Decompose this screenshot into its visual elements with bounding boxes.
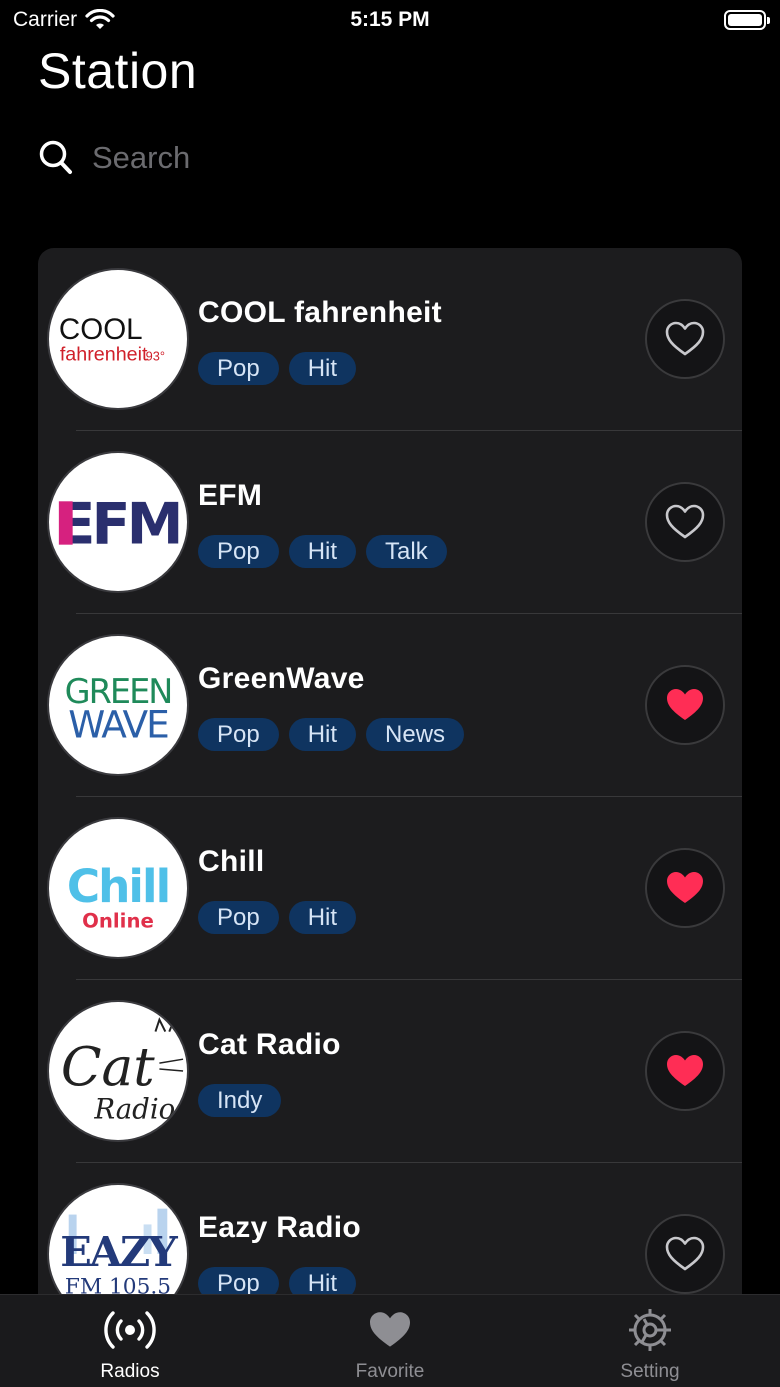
station-logo: Cat Radio: [47, 1000, 189, 1142]
svg-text:93°: 93°: [146, 349, 165, 364]
search-bar[interactable]: [38, 130, 742, 186]
station-name: COOL fahrenheit: [198, 296, 442, 329]
station-logo: EFM: [47, 451, 189, 593]
heart-filled-icon: [667, 689, 703, 720]
genre-tag: Indy: [198, 1084, 282, 1117]
favorite-button[interactable]: [645, 848, 725, 928]
svg-text:FM 105.5: FM 105.5: [65, 1274, 171, 1294]
svg-text:EFM: EFM: [56, 492, 179, 558]
svg-text:Cat: Cat: [61, 1036, 155, 1098]
genre-tag: Hit: [288, 1267, 357, 1294]
svg-text:EAZY: EAZY: [60, 1227, 178, 1276]
heart-filled-icon: [667, 1055, 703, 1086]
station-row[interactable]: COOL fahrenheit 93° COOL fahrenheit Pop …: [38, 248, 742, 431]
station-logo: EAZY FM 105.5: [47, 1183, 189, 1294]
status-bar: Carrier 5:15 PM: [0, 0, 780, 40]
tab-label: Favorite: [355, 1361, 425, 1382]
svg-text:fahrenheit: fahrenheit: [60, 344, 148, 366]
tab-setting[interactable]: Setting: [520, 1295, 780, 1387]
genre-tag: Pop: [198, 352, 279, 385]
station-logo: Chill Online: [47, 817, 189, 959]
genre-tag: Pop: [198, 718, 279, 751]
heart-filled-icon: [667, 872, 703, 903]
tab-bar: Radios Favorite Setting: [0, 1294, 780, 1387]
heart-outline-icon: [665, 1236, 705, 1271]
svg-text:Radio: Radio: [93, 1092, 175, 1125]
heart-outline-icon: [665, 321, 705, 356]
station-name: EFM: [198, 479, 263, 512]
gear-icon: [629, 1309, 671, 1351]
station-name: Cat Radio: [198, 1028, 341, 1061]
genre-tag: Hit: [288, 901, 357, 934]
station-row[interactable]: GREEN WAVE GreenWave Pop Hit News: [38, 614, 742, 797]
radio-waves-icon: [104, 1311, 156, 1349]
heart-outline-icon: [665, 504, 705, 539]
station-list[interactable]: COOL fahrenheit 93° COOL fahrenheit Pop …: [38, 248, 742, 1294]
tag-list: Pop Hit: [198, 1267, 357, 1294]
tag-list: Pop Hit: [198, 901, 357, 934]
search-icon: [39, 140, 72, 174]
station-logo: COOL fahrenheit 93°: [47, 268, 189, 410]
tab-favorite[interactable]: Favorite: [260, 1295, 520, 1387]
station-logo: GREEN WAVE: [47, 634, 189, 776]
genre-tag: Hit: [288, 352, 357, 385]
station-name: Chill: [198, 845, 265, 878]
tag-list: Pop Hit: [198, 352, 357, 385]
svg-text:Chill: Chill: [67, 860, 169, 913]
tab-label: Radios: [100, 1361, 160, 1382]
station-name: GreenWave: [198, 662, 365, 695]
search-input[interactable]: [92, 140, 692, 176]
favorite-button[interactable]: [645, 665, 725, 745]
svg-text:Online: Online: [82, 909, 154, 932]
station-row[interactable]: EAZY FM 105.5 Eazy Radio Pop Hit: [38, 1163, 742, 1294]
station-row[interactable]: Chill Online Chill Pop Hit: [38, 797, 742, 980]
heart-icon: [370, 1312, 410, 1347]
station-name: Eazy Radio: [198, 1211, 362, 1244]
tag-list: Indy: [198, 1084, 282, 1117]
clock: 5:15 PM: [350, 8, 430, 31]
tag-list: Pop Hit Talk: [198, 535, 447, 568]
favorite-button[interactable]: [645, 299, 725, 379]
genre-tag: Talk: [366, 535, 447, 568]
station-row[interactable]: Cat Radio Cat Radio Indy: [38, 980, 742, 1163]
favorite-button[interactable]: [645, 1214, 725, 1294]
tab-label: Setting: [620, 1361, 680, 1382]
battery-icon: [724, 10, 770, 30]
genre-tag: Hit: [288, 718, 357, 751]
genre-tag: Pop: [198, 901, 279, 934]
tab-radios[interactable]: Radios: [0, 1295, 260, 1387]
page-title: Station: [38, 43, 198, 99]
genre-tag: Pop: [198, 1267, 279, 1294]
favorite-button[interactable]: [645, 482, 725, 562]
genre-tag: Pop: [198, 535, 279, 568]
station-row[interactable]: EFM EFM Pop Hit Talk: [38, 431, 742, 614]
svg-text:COOL: COOL: [59, 313, 143, 346]
genre-tag: News: [366, 718, 465, 751]
tag-list: Pop Hit News: [198, 718, 465, 751]
genre-tag: Hit: [288, 535, 357, 568]
favorite-button[interactable]: [645, 1031, 725, 1111]
svg-text:WAVE: WAVE: [68, 703, 168, 747]
